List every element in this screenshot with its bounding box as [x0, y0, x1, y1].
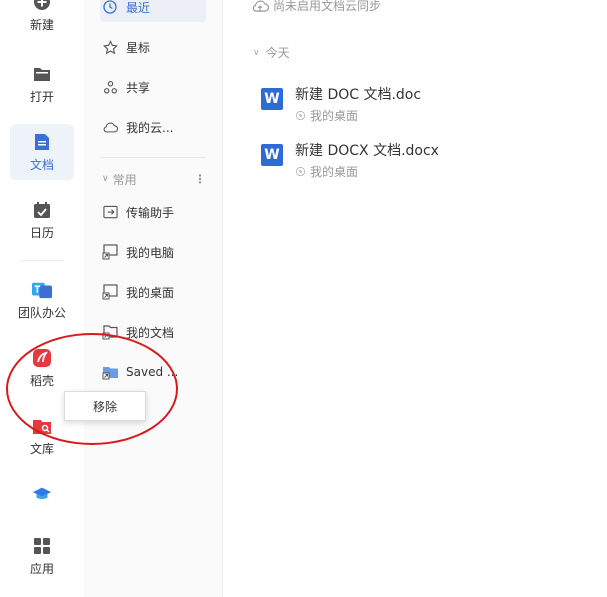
- nav-my-computer[interactable]: 我的电脑: [100, 237, 206, 267]
- rail-calendar-label: 日历: [29, 225, 54, 240]
- nav-starred-label: 星标: [126, 40, 151, 55]
- library-icon: [32, 416, 52, 436]
- location-icon: [295, 110, 306, 121]
- apps-grid-icon: [32, 536, 52, 556]
- desktop-shortcut-icon: [100, 284, 120, 300]
- calendar-icon: [32, 200, 52, 220]
- cloud-sync-text: 尚未启用文档云同步: [273, 0, 382, 13]
- folder-shortcut-icon: [100, 364, 120, 380]
- cloud-icon: [100, 121, 120, 133]
- documents-shortcut-icon: [100, 324, 120, 340]
- file-location-text: 我的桌面: [310, 109, 359, 123]
- nav-starred[interactable]: 星标: [100, 32, 206, 62]
- docer-icon: [32, 348, 52, 368]
- nav-transfer-label: 传输助手: [126, 205, 175, 220]
- share-icon: [100, 80, 120, 95]
- nav-my-desktop-label: 我的桌面: [126, 285, 175, 300]
- rail-docs[interactable]: 文档: [10, 124, 74, 180]
- nav-my-cloud-label: 我的云...: [126, 120, 174, 135]
- clock-icon: [100, 0, 120, 14]
- rail-open[interactable]: 打开: [10, 56, 74, 112]
- nav-my-computer-label: 我的电脑: [126, 245, 175, 260]
- more-options-icon[interactable]: ⋮: [194, 172, 206, 186]
- location-icon: [295, 166, 306, 177]
- transfer-icon: [100, 205, 120, 219]
- document-icon: [32, 132, 52, 152]
- rail-docer-label: 稻壳: [29, 373, 54, 388]
- cloud-sync-status[interactable]: 尚未启用文档云同步: [251, 0, 381, 14]
- rail-team-office[interactable]: 团队办公: [10, 272, 74, 328]
- rail-library-label: 文库: [29, 441, 54, 456]
- nav-section-common[interactable]: ∨ 常用 ⋮: [102, 169, 206, 189]
- nav-transfer-assistant[interactable]: 传输助手: [100, 197, 206, 227]
- folder-icon: [32, 64, 52, 84]
- computer-shortcut-icon: [100, 244, 120, 260]
- nav-shared[interactable]: 共享: [100, 72, 206, 102]
- nav-saved-label: Saved ...: [126, 365, 179, 379]
- chevron-down-icon: ∨: [102, 174, 109, 184]
- graduation-cap-icon: [32, 484, 52, 504]
- nav-shared-label: 共享: [126, 80, 151, 95]
- word-doc-icon: W: [261, 144, 283, 166]
- file-name: 新建 DOC 文档.doc: [295, 87, 422, 103]
- rail-apps-label: 应用: [29, 561, 54, 576]
- context-menu-remove[interactable]: 移除: [64, 391, 146, 421]
- docs-nav: 最近 星标 共享 我的云... ∨ 常用 ⋮ 传输助手 我的电脑 我的桌面 我的…: [84, 0, 223, 597]
- nav-my-documents-label: 我的文档: [126, 325, 175, 340]
- rail-divider: [20, 260, 64, 261]
- nav-saved[interactable]: Saved ...: [100, 357, 206, 387]
- app-rail: 新建 打开 文档 日历 团队办公 稻壳 文库 应用: [0, 0, 85, 597]
- rail-docer[interactable]: 稻壳: [10, 340, 74, 396]
- chevron-down-icon: ∨: [253, 47, 260, 58]
- nav-recent[interactable]: 最近: [100, 0, 206, 22]
- star-icon: [100, 39, 120, 55]
- word-doc-icon: W: [261, 88, 283, 110]
- cloud-sync-icon: [251, 0, 269, 13]
- rail-new-label: 新建: [29, 17, 54, 32]
- rail-calendar[interactable]: 日历: [10, 192, 74, 248]
- team-office-icon: [32, 280, 52, 300]
- file-location: 我的桌面: [295, 163, 439, 180]
- nav-recent-label: 最近: [126, 0, 151, 15]
- group-today-label: 今天: [265, 46, 290, 60]
- rail-docs-label: 文档: [29, 157, 54, 172]
- group-today[interactable]: ∨ 今天: [253, 44, 290, 61]
- nav-section-label: 常用: [112, 172, 137, 187]
- rail-new[interactable]: 新建: [10, 0, 74, 40]
- file-row[interactable]: W 新建 DOC 文档.doc 我的桌面: [261, 84, 581, 128]
- nav-divider: [100, 157, 206, 158]
- file-row[interactable]: W 新建 DOCX 文档.docx 我的桌面: [261, 140, 581, 184]
- recent-files-panel: 尚未启用文档云同步 ∨ 今天 W 新建 DOC 文档.doc 我的桌面 W 新建…: [223, 0, 607, 597]
- plus-circle-icon: [32, 0, 52, 12]
- rail-open-label: 打开: [29, 89, 54, 104]
- nav-my-desktop[interactable]: 我的桌面: [100, 277, 206, 307]
- rail-team-office-label: 团队办公: [17, 305, 66, 320]
- nav-my-cloud[interactable]: 我的云...: [100, 112, 206, 142]
- rail-apps[interactable]: 应用: [10, 528, 74, 584]
- file-name: 新建 DOCX 文档.docx: [295, 143, 439, 159]
- rail-learning[interactable]: [10, 468, 74, 524]
- nav-my-documents[interactable]: 我的文档: [100, 317, 206, 347]
- file-location-text: 我的桌面: [310, 165, 359, 179]
- file-location: 我的桌面: [295, 107, 421, 124]
